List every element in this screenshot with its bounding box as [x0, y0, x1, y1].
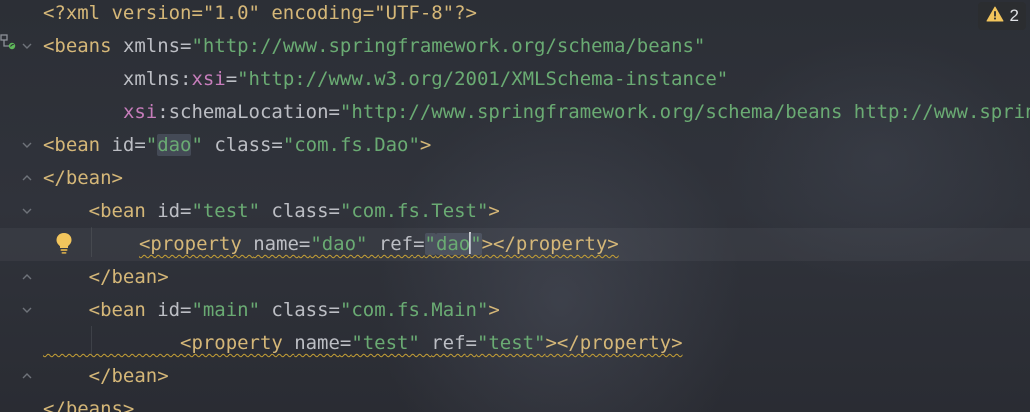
- code-token: <bean: [43, 299, 158, 321]
- code-token: class: [214, 134, 272, 156]
- code-token: ref: [378, 233, 414, 255]
- spring-bean-icon[interactable]: [0, 32, 16, 52]
- code-line[interactable]: <property name="test" ref="test"></prope…: [43, 327, 683, 360]
- code-token: id: [157, 200, 181, 222]
- code-token: <bean: [43, 200, 158, 222]
- code-token: <?xml version="1.0" encoding="UTF-8"?>: [43, 2, 477, 24]
- code-token: ></property>: [481, 233, 619, 255]
- code-token: =: [413, 233, 425, 255]
- lightbulb-icon[interactable]: [54, 231, 74, 255]
- code-token: xmlns: [122, 35, 181, 57]
- code-token: </beans>: [43, 398, 135, 412]
- code-token: =: [465, 332, 477, 354]
- code-line[interactable]: <bean id="test" class="com.fs.Test">: [43, 195, 500, 228]
- code-token: "com.fs.Dao": [282, 134, 420, 156]
- code-token: dao: [157, 134, 192, 156]
- code-token: ref: [431, 332, 466, 354]
- fold-chevron-up-icon[interactable]: [21, 271, 33, 283]
- code-token: ></property>: [545, 332, 683, 354]
- code-token: =: [298, 233, 311, 255]
- code-line[interactable]: <bean id="dao" class="com.fs.Dao">: [43, 129, 431, 162]
- code-token: =: [328, 101, 340, 123]
- fold-chevron-up-icon[interactable]: [21, 172, 33, 184]
- code-line[interactable]: </beans>: [43, 393, 134, 412]
- code-line[interactable]: <beans xmlns="http://www.springframework…: [43, 30, 705, 63]
- fold-chevron-down-icon[interactable]: [21, 304, 33, 316]
- code-editor[interactable]: <?xml version="1.0" encoding="UTF-8"?> <b…: [0, 0, 1030, 412]
- fold-chevron-up-icon[interactable]: [21, 370, 33, 382]
- code-token: =: [180, 200, 192, 222]
- code-token: =: [271, 134, 283, 156]
- code-token: </bean>: [43, 266, 169, 288]
- editor-gutter: [0, 0, 40, 412]
- code-token: "http://www.springframework.org/schema/b…: [191, 35, 706, 57]
- code-token: </bean>: [43, 365, 169, 387]
- code-line[interactable]: xsi:schemaLocation="http://www.springfra…: [43, 96, 1030, 129]
- code-line[interactable]: </bean>: [43, 360, 169, 393]
- code-token: "com.fs.Main": [339, 299, 489, 321]
- code-token: ": [191, 134, 215, 156]
- code-token: "test": [476, 332, 546, 354]
- code-token: ": [424, 233, 436, 255]
- code-token: "http://www.springframework.org/schema/b…: [339, 101, 1030, 123]
- code-token: xsi: [122, 101, 158, 123]
- code-token: name: [253, 233, 299, 255]
- code-token: ": [145, 134, 158, 156]
- code-token: =: [328, 299, 340, 321]
- code-token: =: [180, 35, 192, 57]
- code-token: class: [271, 200, 329, 222]
- fold-chevron-down-icon[interactable]: [21, 40, 33, 52]
- code-token: dao: [435, 233, 471, 255]
- code-token: "dao": [310, 233, 379, 255]
- fold-chevron-down-icon[interactable]: [21, 205, 33, 217]
- code-token: xsi: [191, 68, 226, 90]
- fold-chevron-down-icon[interactable]: [21, 139, 33, 151]
- warning-triangle-icon: [986, 6, 1004, 27]
- code-line-current[interactable]: <property name="dao" ref="dao"></propert…: [0, 228, 1030, 261]
- code-line[interactable]: <bean id="main" class="com.fs.Main">: [43, 294, 500, 327]
- code-token: =: [225, 68, 238, 90]
- code-token: "main": [191, 299, 272, 321]
- code-line[interactable]: </bean>: [43, 261, 169, 294]
- code-token: <beans: [43, 35, 123, 57]
- code-line[interactable]: xmlns:xsi="http://www.w3.org/2001/XMLSch…: [43, 63, 728, 96]
- code-token: :schemaLocation: [157, 101, 329, 123]
- code-token: >: [488, 299, 500, 321]
- code-token: "test": [191, 200, 272, 222]
- code-line-content[interactable]: <property name="dao" ref="dao"></propert…: [139, 228, 619, 261]
- code-token: <property: [139, 233, 254, 255]
- code-token: </bean>: [43, 167, 123, 189]
- code-token: =: [339, 332, 352, 354]
- code-token: id: [157, 299, 181, 321]
- code-token: >: [419, 134, 432, 156]
- code-token: =: [180, 299, 192, 321]
- code-line[interactable]: <?xml version="1.0" encoding="UTF-8"?>: [43, 0, 477, 30]
- code-token: "test": [351, 332, 432, 354]
- code-token: "com.fs.Test": [339, 200, 489, 222]
- code-token: =: [134, 134, 146, 156]
- code-token: ": [470, 233, 482, 255]
- warning-count: 2: [1009, 6, 1019, 25]
- code-token: >: [488, 200, 500, 222]
- code-token: name: [294, 332, 340, 354]
- code-token: xmlns:: [43, 68, 192, 90]
- code-token: =: [328, 200, 340, 222]
- code-token: "http://www.w3.org/2001/XMLSchema-instan…: [237, 68, 729, 90]
- code-token: <property: [43, 332, 295, 354]
- code-token: id: [111, 134, 135, 156]
- code-token: class: [271, 299, 329, 321]
- inspection-widget[interactable]: 2: [977, 2, 1026, 30]
- code-token: <bean: [43, 134, 112, 156]
- code-line[interactable]: </bean>: [43, 162, 123, 195]
